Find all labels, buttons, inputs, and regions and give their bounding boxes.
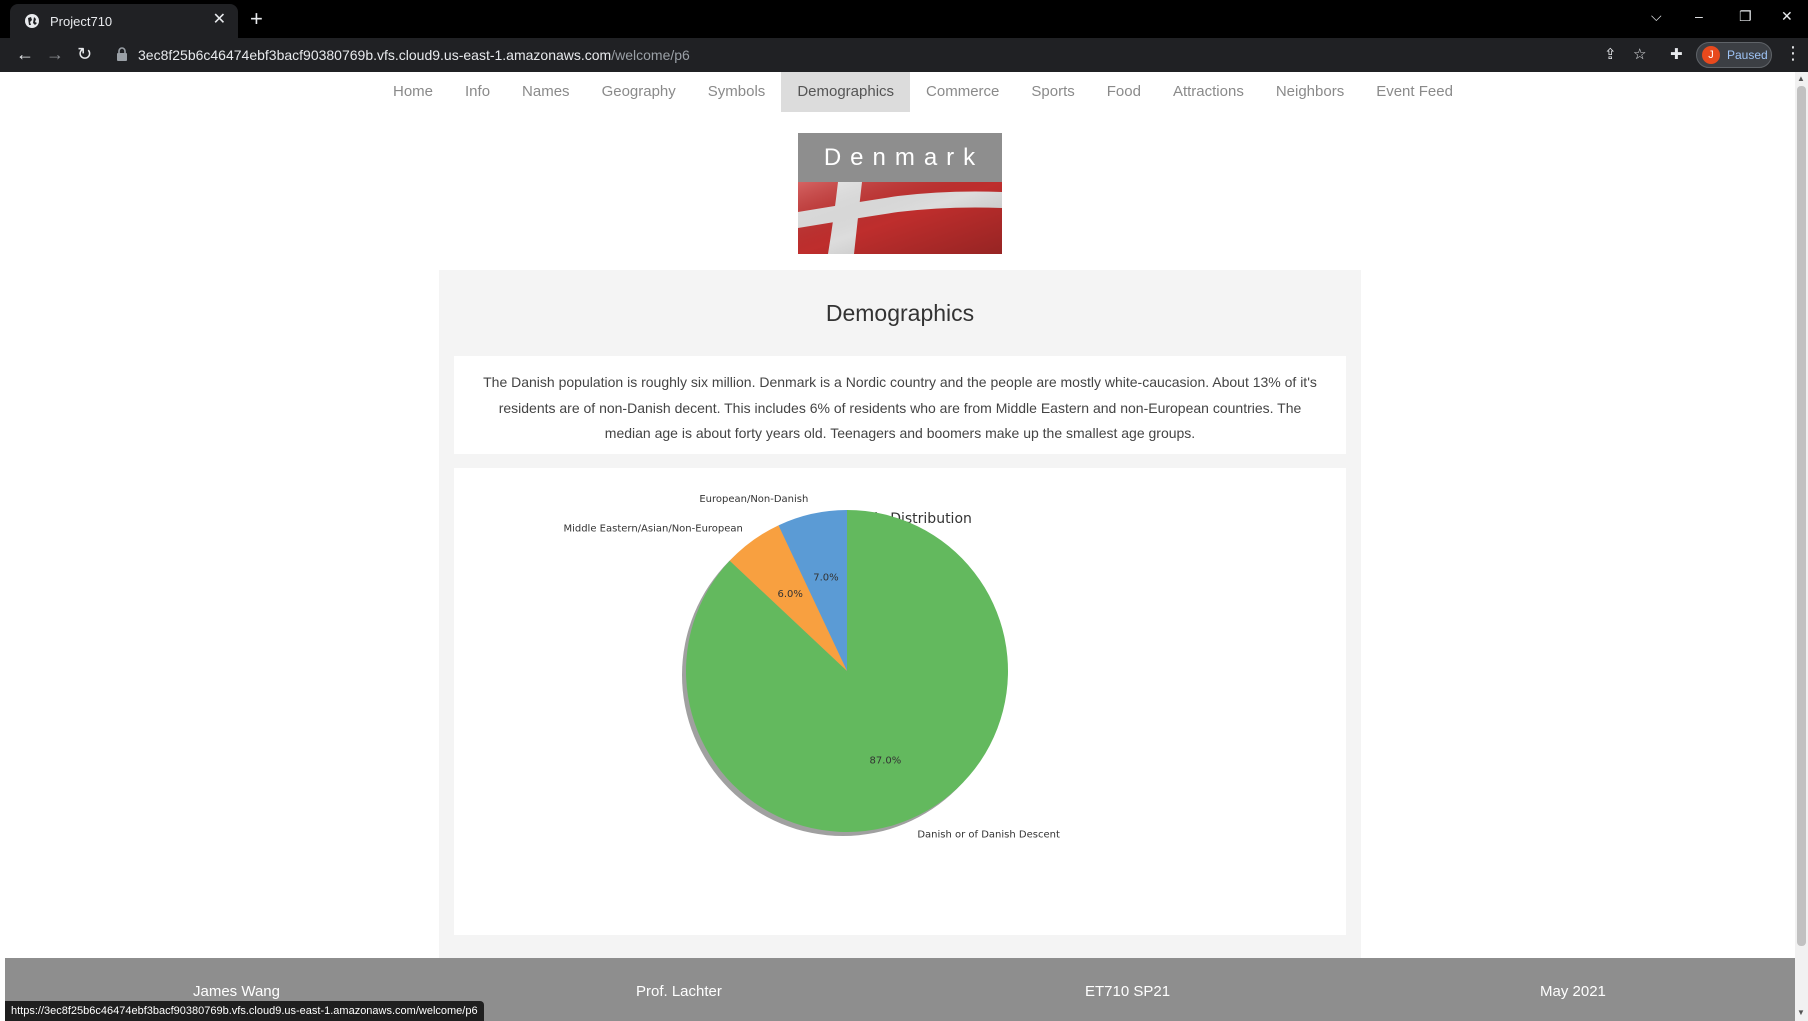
description-text: The Danish population is roughly six mil… (483, 374, 1317, 441)
top-navigation: Home Info Names Geography Symbols Demogr… (5, 72, 1795, 112)
flag-graphic (798, 182, 1002, 254)
description-box: The Danish population is roughly six mil… (454, 356, 1346, 454)
minimize-icon[interactable]: – (1695, 8, 1703, 24)
pie-category-label-1: Middle Eastern/Asian/Non-European (563, 524, 742, 535)
address-bar-row: ← → ↻ 3ec8f25b6c46474ebf3bacf90380769b.v… (0, 38, 1808, 72)
browser-menu-icon[interactable]: ⋮ (1784, 43, 1802, 64)
restore-icon[interactable]: ❐ (1739, 8, 1752, 25)
nav-item-names[interactable]: Names (506, 72, 586, 112)
profile-button[interactable]: J Paused (1696, 42, 1772, 68)
country-title: Denmark (798, 133, 1002, 183)
nav-item-demographics[interactable]: Demographics (781, 72, 911, 112)
footer-course: ET710 SP21 (1085, 983, 1171, 1000)
nav-item-neighbors[interactable]: Neighbors (1260, 72, 1360, 112)
back-arrow-icon[interactable]: ← (16, 43, 34, 65)
footer-date: May 2021 (1540, 983, 1606, 1000)
profile-status: Paused (1727, 48, 1768, 62)
status-bar-url: https://3ec8f25b6c46474ebf3bacf90380769b… (5, 1001, 484, 1021)
scroll-down-icon[interactable]: ▼ (1797, 1008, 1805, 1017)
footer-professor: Prof. Lachter (636, 983, 722, 1000)
new-tab-button[interactable]: + (250, 8, 263, 30)
nav-item-geography[interactable]: Geography (586, 72, 692, 112)
pie-slices: 7.0% European/Non-Danish 6.0% Middle Easter… (563, 494, 1059, 840)
pie-category-label-2: Danish or of Danish Descent (917, 830, 1060, 841)
close-window-icon[interactable]: ✕ (1781, 8, 1793, 25)
browser-tab[interactable]: Project710 ✕ (10, 4, 238, 38)
url-host: 3ec8f25b6c46474ebf3bacf90380769b.vfs.clo… (138, 47, 612, 63)
nav-item-info[interactable]: Info (449, 72, 506, 112)
nav-item-sports[interactable]: Sports (1015, 72, 1090, 112)
page-content: Home Info Names Geography Symbols Demogr… (5, 72, 1795, 1021)
close-tab-icon[interactable]: ✕ (213, 11, 226, 29)
url-path: /welcome/p6 (611, 47, 690, 63)
pie-chart: Ethnic Distribution 7.0%European/Non-Dan… (563, 494, 1059, 840)
url-field[interactable]: 3ec8f25b6c46474ebf3bacf90380769b.vfs.clo… (108, 41, 1558, 69)
url-text: 3ec8f25b6c46474ebf3bacf90380769b.vfs.clo… (138, 47, 690, 63)
denmark-flag-image (798, 182, 1002, 254)
browser-tab-strip: Project710 ✕ + ⌵ – ❐ ✕ (0, 0, 1808, 38)
chart-container: Ethnic Distribution 7.0% European/Non-Dan… (454, 468, 1346, 935)
extensions-icon[interactable]: ✚ (1670, 45, 1683, 63)
star-icon[interactable]: ☆ (1633, 45, 1646, 63)
footer-author: James Wang (193, 983, 280, 1000)
tab-search-icon[interactable]: ⌵ (1651, 8, 1662, 25)
tab-title: Project710 (50, 14, 113, 29)
globe-icon (25, 14, 39, 28)
reload-icon[interactable]: ↻ (77, 43, 92, 65)
pie-pct-label-2: 87.0% (869, 756, 901, 767)
nav-item-food[interactable]: Food (1091, 72, 1157, 112)
pie-category-label-0: European/Non-Danish (699, 494, 808, 505)
nav-item-symbols[interactable]: Symbols (692, 72, 782, 112)
scroll-up-icon[interactable]: ▲ (1797, 74, 1805, 83)
nav-item-commerce[interactable]: Commerce (910, 72, 1015, 112)
avatar: J (1702, 46, 1720, 64)
section-title: Demographics (825, 300, 975, 326)
page-scrollbar[interactable]: ▲ ▼ (1795, 72, 1808, 1021)
nav-item-event-feed[interactable]: Event Feed (1360, 72, 1469, 112)
pie-pct-label-1: 6.0% (778, 589, 803, 600)
pie-pct-label-0: 7.0% (813, 573, 838, 584)
nav-item-attractions[interactable]: Attractions (1157, 72, 1260, 112)
demographics-panel: Demographics The Danish population is ro… (439, 270, 1361, 960)
nav-list: Home Info Names Geography Symbols Demogr… (377, 72, 1469, 112)
nav-item-home[interactable]: Home (377, 72, 449, 112)
lock-icon (117, 47, 127, 61)
forward-arrow-icon[interactable]: → (46, 43, 64, 65)
share-icon[interactable]: ⇪ (1604, 45, 1617, 63)
scroll-thumb[interactable] (1797, 86, 1806, 946)
